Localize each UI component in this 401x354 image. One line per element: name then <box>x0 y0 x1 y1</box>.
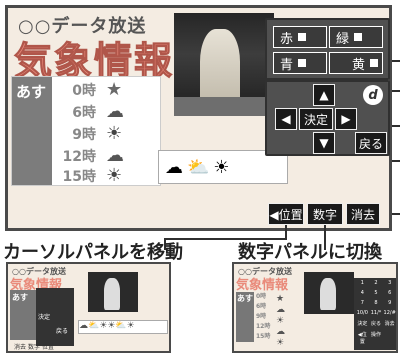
erase-button[interactable]: 消去 <box>346 203 380 225</box>
left-button[interactable]: ◀ <box>275 108 297 130</box>
right-button[interactable]: ▶ <box>335 108 357 130</box>
mini-back-label: 戻る <box>56 328 69 335</box>
num-key: 戻る <box>370 321 381 327</box>
num-key: 10/0 <box>356 310 368 316</box>
hour-label: 15時 <box>62 169 96 185</box>
num-key: 4 <box>360 290 364 296</box>
thumbnail-number-panel: ○○データ放送 気象情報 あす 0時 6時 9時 12時 15時 ★ ☁ ☀ ☁ ☀ 1… <box>232 262 398 353</box>
dog-photo <box>174 13 274 116</box>
num-key: 11/* <box>370 310 382 316</box>
mini-dog-photo <box>88 272 138 312</box>
back-button[interactable]: 戻る <box>355 132 387 154</box>
mini-app-title: 気象情報 <box>236 278 289 293</box>
star-icon: ★ <box>106 79 123 100</box>
leader-line <box>392 60 400 62</box>
mini-enter-label: 決定 <box>38 314 51 321</box>
sun-icon: ☀ <box>106 123 123 144</box>
down-button[interactable]: ▼ <box>313 132 335 154</box>
square-icon <box>370 59 378 67</box>
leader-line <box>392 160 400 162</box>
d-button[interactable]: d <box>363 85 383 105</box>
forecast-row: 9時 ☀ <box>58 123 158 145</box>
mini-day-label: あす <box>10 290 36 340</box>
mini-position-label: 位置 <box>41 344 54 351</box>
mini-dog-figure <box>320 278 336 310</box>
rock <box>174 97 274 116</box>
hour-label: 12時 <box>62 149 96 165</box>
green-key[interactable]: 緑 <box>329 26 383 48</box>
caption-move-cursor: カーソルパネルを移動 <box>3 242 183 263</box>
hour-label: 6時 <box>72 105 96 121</box>
yellow-key-label: 黄 <box>351 57 365 73</box>
hour-label: 9時 <box>72 127 96 143</box>
cloud-icon: ☁ <box>106 145 124 166</box>
thumbnail-cursor-panel: ○○データ放送 気象情報 あす 決定 戻る ☁⛅☀☀⛅☀ 消去 数字 位置 <box>6 262 171 353</box>
blue-key[interactable]: 青 <box>273 52 327 74</box>
mini-hour-list: 0時 6時 9時 12時 15時 <box>256 292 270 342</box>
num-key: 2 <box>374 280 378 286</box>
num-key: 1 <box>360 280 364 286</box>
mini-erase-label: 消去 <box>14 344 27 351</box>
forecast-table: あす 0時 ★ 6時 ☁ 9時 ☀ 12時 ☁ 15時 ☀ <box>11 76 161 186</box>
leader-line <box>392 213 400 215</box>
num-key: 3 <box>388 280 392 286</box>
red-key[interactable]: 赤 <box>273 26 327 48</box>
mini-numbers-label: 数字 <box>27 344 40 351</box>
mini-weather-icons: ★ ☁ ☀ ☁ ☀ <box>276 294 285 348</box>
up-button[interactable]: ▲ <box>313 84 335 106</box>
mini-key-row: 消去 数字 位置 <box>14 342 54 351</box>
blue-key-label: 青 <box>280 57 294 73</box>
square-icon <box>354 33 363 41</box>
mini-hour: 12時 <box>256 323 271 330</box>
mini-dog-figure <box>104 278 120 310</box>
square-icon <box>298 33 307 41</box>
mini-hour: 15時 <box>256 333 271 340</box>
forecast-row: 15時 ☀ <box>58 165 158 187</box>
red-key-label: 赤 <box>280 31 294 47</box>
num-key: 7 <box>360 300 364 306</box>
num-key: 9 <box>388 300 392 306</box>
caption-switch-number: 数字パネルに切換 <box>238 242 382 263</box>
mini-weather-strip: ☁⛅☀☀⛅☀ <box>78 320 168 334</box>
mini-number-panel: 1 2 3 4 5 6 7 8 9 10/0 11/* 12/# 決定 戻る 消… <box>354 278 396 350</box>
cursor-panel: ▲ ◀ 決定 ▶ ▼ d 戻る <box>265 80 390 156</box>
num-key: 8 <box>374 300 378 306</box>
hour-label: 0時 <box>72 83 96 99</box>
cloud-icon: ☁ <box>106 101 124 122</box>
num-key: 6 <box>388 290 392 296</box>
cloud-icon: ☁ <box>165 156 183 178</box>
mini-cursor-panel: 決定 戻る <box>36 288 74 346</box>
num-key: 12/# <box>383 310 396 316</box>
leader-line <box>392 90 400 92</box>
color-key-panel: 赤 緑 青 黄 <box>265 18 390 80</box>
square-icon <box>298 59 307 67</box>
mini-day-label: あす <box>236 292 254 342</box>
mini-hour: 0時 <box>256 293 267 300</box>
forecast-row: 0時 ★ <box>58 79 158 101</box>
forecast-row: 12時 ☁ <box>58 145 158 167</box>
num-key: 操作 <box>370 332 381 338</box>
num-key: ◀位置 <box>357 332 367 345</box>
num-key: 5 <box>374 290 378 296</box>
sun-cloud-icon: ⛅ <box>187 156 210 178</box>
day-label: あす <box>12 77 52 185</box>
sun-icon: ☀ <box>106 165 123 186</box>
leader-line <box>392 125 400 127</box>
green-key-label: 緑 <box>336 31 350 47</box>
num-key: 消去 <box>384 321 395 327</box>
num-key: 決定 <box>357 321 368 327</box>
mini-hour: 9時 <box>256 313 267 320</box>
enter-button[interactable]: 決定 <box>299 108 333 130</box>
yellow-key[interactable]: 黄 <box>329 52 383 74</box>
position-button[interactable]: ◀位置 <box>268 203 304 225</box>
mini-dog-photo <box>304 272 354 314</box>
mini-hour: 6時 <box>256 303 267 310</box>
numbers-button[interactable]: 数字 <box>307 203 343 225</box>
sun-icon: ☀ <box>213 156 230 178</box>
forecast-row: 6時 ☁ <box>58 101 158 123</box>
